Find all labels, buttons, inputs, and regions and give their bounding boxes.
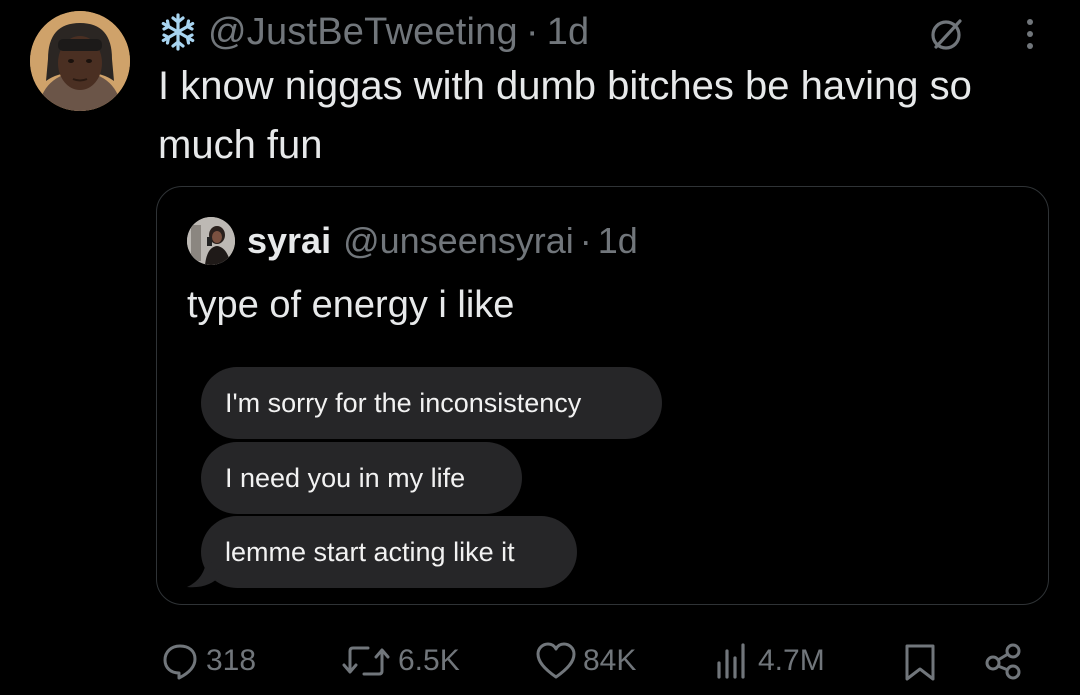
tweet-text: I know niggas with dumb bitches be havin… [158, 64, 972, 167]
quote-handle-line[interactable]: @unseensyrai · 1d [343, 220, 638, 262]
bookmark-icon [905, 644, 935, 681]
like-count: 84K [583, 644, 637, 677]
quote-text: type of energy i like [187, 284, 515, 326]
message-bubble: lemme start acting like it [201, 516, 577, 588]
views-button[interactable]: 4.7M [712, 640, 825, 682]
separator-dot: · [525, 10, 539, 53]
message-bubble: I'm sorry for the inconsistency [201, 367, 662, 439]
share-button[interactable] [982, 640, 1024, 682]
more-icon-dot [1027, 31, 1033, 37]
reply-count: 318 [206, 644, 257, 677]
author-handle-line[interactable]: @JustBeTweeting · 1d [208, 11, 589, 54]
snowflake-icon [161, 13, 195, 51]
grok-icon[interactable] [927, 14, 967, 54]
retweet-icon [342, 646, 390, 676]
message-bubble: I need you in my life [201, 442, 522, 514]
author-avatar[interactable] [30, 11, 130, 111]
avatar-photo [30, 11, 130, 111]
more-options-button[interactable] [1010, 14, 1050, 54]
bookmark-button[interactable] [900, 640, 940, 682]
quote-tweet-card[interactable]: syrai @unseensyrai · 1d type of energy i l… [156, 186, 1049, 605]
action-bar: 318 6.5K 84K 4.7M [0, 640, 1080, 682]
view-count: 4.7M [758, 644, 825, 677]
quote-author-handle[interactable]: @unseensyrai [343, 220, 574, 261]
reply-button[interactable]: 318 [160, 640, 256, 682]
retweet-count: 6.5K [398, 644, 460, 677]
separator-dot: · [579, 220, 592, 261]
quote-author-name[interactable]: syrai [247, 220, 331, 262]
quote-avatar-photo [187, 217, 235, 265]
retweet-button[interactable]: 6.5K [340, 640, 460, 682]
views-chart-icon [717, 643, 745, 679]
more-icon-dot [1027, 19, 1033, 25]
author-handle[interactable]: @JustBeTweeting [208, 11, 518, 53]
reply-icon [163, 644, 197, 680]
tweet-time[interactable]: 1d [547, 11, 590, 53]
quote-header: syrai @unseensyrai · 1d [187, 217, 638, 265]
quote-avatar[interactable] [187, 217, 235, 265]
tweet-header: @JustBeTweeting · 1d [158, 8, 589, 56]
share-icon [985, 643, 1021, 680]
quote-time[interactable]: 1d [598, 220, 638, 261]
heart-icon [536, 642, 576, 679]
bubble-tail [187, 557, 221, 588]
more-icon-dot [1027, 43, 1033, 49]
like-button[interactable]: 84K [535, 640, 636, 682]
